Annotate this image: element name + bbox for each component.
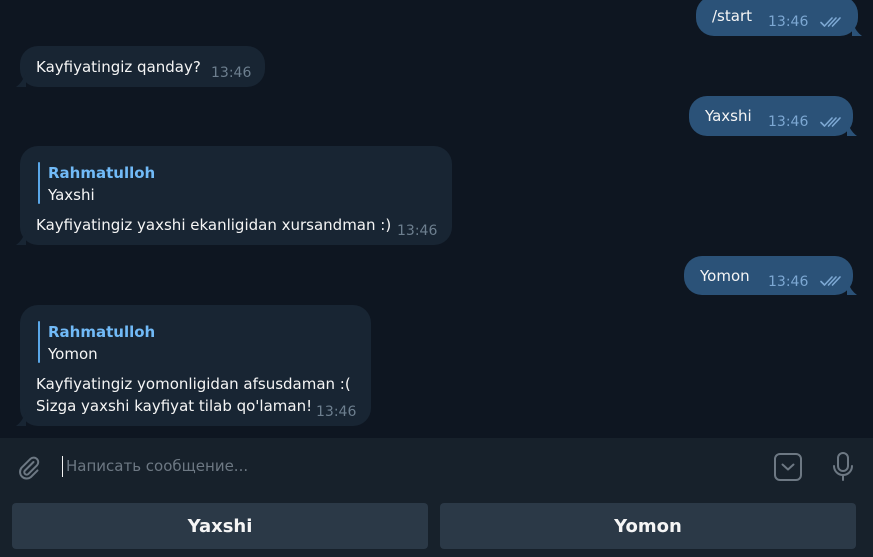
- bubble-tail: [847, 281, 857, 295]
- message-text: Kayfiyatingiz qanday?: [36, 58, 201, 76]
- reply-text: Yomon: [48, 345, 98, 363]
- text-caret: [62, 456, 63, 477]
- message-bubble-out[interactable]: /start 13:46: [696, 0, 858, 36]
- reply-text: Yaxshi: [48, 186, 95, 204]
- reply-quote-bar: [38, 162, 40, 204]
- reply-author: Rahmatulloh: [48, 164, 156, 182]
- message-text: /start: [712, 7, 752, 25]
- bubble-tail: [16, 231, 26, 245]
- message-time: 13:46: [768, 14, 809, 30]
- message-composer: Написать сообщение...: [0, 438, 873, 496]
- keyboard-button-yomon[interactable]: Yomon: [440, 503, 856, 549]
- bubble-tail: [16, 73, 26, 87]
- message-text-line: Kayfiyatingiz yomonligidan afsusdaman :(: [36, 375, 351, 393]
- keyboard-button-yaxshi[interactable]: Yaxshi: [12, 503, 428, 549]
- message-time: 13:46: [397, 223, 438, 239]
- message-text: Kayfiyatingiz yaxshi ekanligidan xursand…: [36, 216, 392, 234]
- bubble-tail: [852, 22, 862, 36]
- bubble-tail: [847, 122, 857, 136]
- microphone-icon[interactable]: [830, 451, 856, 483]
- read-checkmarks-icon: [820, 275, 842, 287]
- reply-quote-bar: [38, 321, 40, 363]
- reply-author: Rahmatulloh: [48, 323, 156, 341]
- message-list[interactable]: /start 13:46 Kayfiyatingiz qanday? 13:46…: [0, 0, 873, 438]
- message-text: Yomon: [700, 267, 750, 285]
- read-checkmarks-icon: [820, 16, 842, 28]
- message-bubble-in[interactable]: Rahmatulloh Yomon Kayfiyatingiz yomonlig…: [20, 305, 371, 426]
- sticker-icon[interactable]: [773, 452, 803, 482]
- message-text: Yaxshi: [705, 107, 752, 125]
- message-bubble-out[interactable]: Yomon 13:46: [684, 256, 853, 295]
- reply-keyboard: Yaxshi Yomon: [0, 496, 873, 557]
- message-bubble-in[interactable]: Kayfiyatingiz qanday? 13:46: [20, 46, 265, 87]
- message-time: 13:46: [316, 404, 357, 420]
- message-bubble-in[interactable]: Rahmatulloh Yaxshi Kayfiyatingiz yaxshi …: [20, 146, 452, 245]
- message-time: 13:46: [768, 114, 809, 130]
- message-bubble-out[interactable]: Yaxshi 13:46: [689, 96, 853, 136]
- message-input[interactable]: Написать сообщение...: [66, 456, 248, 477]
- paperclip-icon[interactable]: [14, 453, 42, 481]
- read-checkmarks-icon: [820, 116, 842, 128]
- message-time: 13:46: [211, 65, 252, 81]
- message-text-line: Sizga yaxshi kayfiyat tilab qo'laman!: [36, 397, 313, 415]
- message-time: 13:46: [768, 274, 809, 290]
- bubble-tail: [16, 412, 26, 426]
